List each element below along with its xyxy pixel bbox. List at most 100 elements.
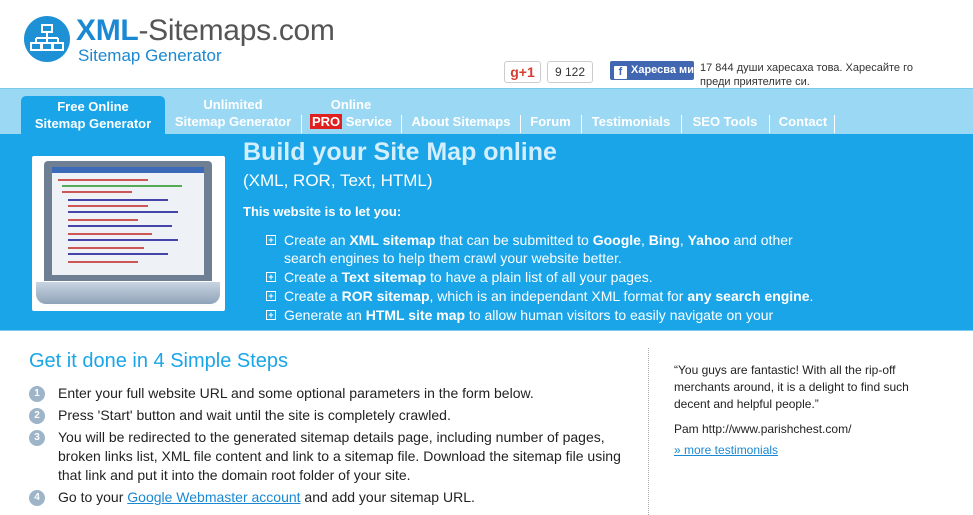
text: that can be submitted to: [435, 232, 593, 248]
hero-subtitle: (XML, ROR, Text, HTML): [243, 171, 433, 190]
step-item: 1 Enter your full website URL and some op…: [29, 384, 629, 403]
step-item: 4 Go to your Google Webmaster account and…: [29, 488, 629, 507]
site-logo-subtitle: Sitemap Generator: [78, 46, 222, 65]
text: Create an: [284, 232, 350, 248]
text-bold: any search engine: [687, 288, 810, 304]
code-line: [68, 261, 138, 263]
column-divider: [648, 348, 649, 515]
sitemap-logo-icon[interactable]: [24, 16, 70, 62]
text: to have a plain list of all your pages.: [426, 269, 653, 285]
tab-label-line1: Unlimited: [203, 97, 263, 112]
steps-list: 1 Enter your full website URL and some op…: [29, 384, 629, 510]
testimonial-author: Pam http://www.parishchest.com/: [674, 422, 852, 436]
text: , which is an independant XML format for: [429, 288, 688, 304]
tab-free-online-generator[interactable]: Free Online Sitemap Generator: [21, 96, 165, 136]
hero-lead: This website is to let you:: [243, 204, 402, 219]
tab-contact[interactable]: Contact: [775, 89, 831, 135]
code-line: [68, 233, 152, 235]
step-text: Enter your full website URL and some opt…: [58, 385, 534, 401]
step-number-badge: 3: [29, 430, 45, 446]
step-item: 2 Press 'Start' button and wait until the…: [29, 406, 629, 425]
text-bold: Bing: [648, 232, 680, 248]
step-number-badge: 1: [29, 386, 45, 402]
tab-label-line1: Online: [330, 97, 372, 112]
text: Generate an: [284, 307, 366, 323]
hero-feature-list: + Create an XML sitemap that can be submi…: [266, 231, 826, 325]
tab-label-line2: Sitemap Generator: [174, 114, 292, 129]
logo-rest: -Sitemaps.com: [138, 14, 335, 47]
text: ,: [679, 232, 688, 248]
facebook-like-label: Харесва ми: [631, 64, 694, 76]
code-line: [68, 247, 144, 249]
hero-divider: [0, 330, 973, 331]
text: to allow human visitors to easily naviga…: [465, 307, 774, 323]
facebook-like-count-text: 17 844 души харесаха това. Харесайте го …: [700, 62, 913, 88]
steps-title: Get it done in 4 Simple Steps: [29, 350, 289, 372]
step-number-badge: 4: [29, 490, 45, 506]
tab-pro-service[interactable]: Online PRO Service: [308, 89, 394, 135]
plus-bullet-icon: +: [266, 272, 276, 282]
nav-divider: [520, 115, 521, 133]
tab-label-line2: Sitemap Generator: [34, 116, 152, 131]
plus-bullet-icon: +: [266, 291, 276, 301]
nav-divider: [834, 115, 835, 133]
code-line: [68, 205, 148, 207]
code-line: [62, 185, 182, 187]
hero-title: Build your Site Map online: [243, 138, 557, 166]
plus-bullet-icon: +: [266, 310, 276, 320]
tab-seo-tools[interactable]: SEO Tools: [687, 89, 763, 135]
main-nav: Free Online Sitemap Generator Unlimited …: [0, 88, 973, 136]
list-item: + Create a ROR sitemap, which is an indep…: [266, 287, 826, 305]
testimonial-quote: “You guys are fantastic! With all the ri…: [674, 363, 909, 411]
site-logo-title[interactable]: XML-Sitemaps.com: [76, 14, 335, 48]
step-number-badge: 2: [29, 408, 45, 424]
step-text: Press 'Start' button and wait until the …: [58, 407, 451, 423]
code-line: [68, 253, 168, 255]
nav-divider: [581, 115, 582, 133]
text-bold: HTML site map: [365, 307, 466, 323]
facebook-like-button[interactable]: f Харесва ми: [610, 61, 694, 80]
nav-divider: [401, 115, 402, 133]
laptop-base: [36, 282, 220, 304]
nav-divider: [769, 115, 770, 133]
tab-unlimited-generator[interactable]: Unlimited Sitemap Generator: [172, 89, 294, 135]
tab-label-line2: PRO Service: [308, 113, 394, 130]
text: Create a: [284, 269, 342, 285]
tab-service-label: Service: [342, 114, 393, 129]
screen-titlebar: [52, 167, 204, 173]
laptop-image: [32, 156, 225, 311]
list-item: + Create a Text sitemap to have a plain l…: [266, 268, 826, 286]
list-item: + Generate an HTML site map to allow huma…: [266, 306, 826, 324]
text: Create a: [284, 288, 342, 304]
tab-testimonials[interactable]: Testimonials: [587, 89, 675, 135]
nav-divider: [301, 115, 302, 133]
text-bold: Google: [592, 232, 641, 248]
code-line: [68, 239, 178, 241]
text-bold: ROR sitemap: [341, 288, 430, 304]
site-header: XML-Sitemaps.com Sitemap Generator g+1 9…: [0, 0, 973, 88]
nav-divider: [681, 115, 682, 133]
list-item: + Create an XML sitemap that can be submi…: [266, 231, 826, 267]
google-webmaster-link[interactable]: Google Webmaster account: [127, 489, 300, 505]
step-item: 3 You will be redirected to the generated…: [29, 428, 629, 485]
tab-label-line1: Free Online: [57, 99, 129, 114]
pro-badge: PRO: [309, 114, 343, 129]
more-testimonials-link[interactable]: » more testimonials: [674, 443, 778, 457]
google-plus-count: 9 122: [547, 61, 593, 83]
code-line: [68, 219, 138, 221]
facebook-icon: f: [614, 66, 627, 79]
screen-content: [52, 167, 204, 275]
tab-forum[interactable]: Forum: [526, 89, 575, 135]
code-line: [68, 211, 178, 213]
text-bold: XML sitemap: [349, 232, 436, 248]
text-bold: Text sitemap: [341, 269, 427, 285]
step-text: Go to your: [58, 489, 128, 505]
google-plus-button[interactable]: g+1: [504, 61, 541, 83]
code-line: [68, 225, 172, 227]
code-line: [58, 179, 148, 181]
hero-banner: Build your Site Map online (XML, ROR, Te…: [0, 134, 973, 330]
tab-about-sitemaps[interactable]: About Sitemaps: [408, 89, 514, 135]
step-text: You will be redirected to the generated …: [58, 429, 621, 483]
text-bold: Yahoo: [687, 232, 730, 248]
code-line: [62, 191, 132, 193]
